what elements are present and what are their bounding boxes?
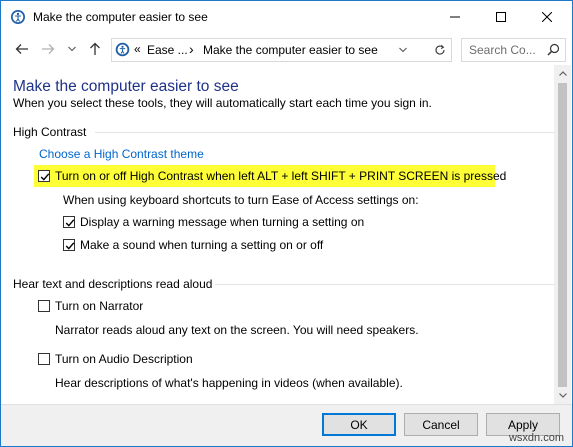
watermark: wsxdn.com (508, 432, 564, 444)
high-contrast-shortcut-label[interactable]: Turn on or off High Contrast when left A… (55, 169, 506, 183)
audio-description-description: Hear descriptions of what's happening in… (55, 376, 403, 390)
narrator-label[interactable]: Turn on Narrator (55, 299, 143, 313)
narrator-description: Narrator reads aloud any text on the scr… (55, 323, 419, 337)
section-divider (95, 132, 554, 133)
breadcrumb-current[interactable]: Make the computer easier to see (203, 43, 378, 57)
search-input[interactable]: Search Co... (461, 38, 566, 62)
scroll-up-button[interactable] (554, 65, 571, 82)
breadcrumb-separator[interactable]: › (189, 41, 194, 57)
minimize-button[interactable] (432, 1, 478, 33)
address-dropdown-button[interactable] (399, 40, 407, 63)
vertical-scrollbar[interactable] (554, 65, 571, 404)
audio-description-checkbox[interactable] (38, 353, 50, 365)
forward-arrow-icon (42, 44, 55, 54)
high-contrast-theme-link[interactable]: Choose a High Contrast theme (39, 147, 204, 161)
recent-locations-button[interactable] (63, 40, 81, 58)
high-contrast-shortcut-checkbox[interactable] (38, 170, 50, 182)
maximize-icon (496, 12, 506, 22)
sound-label[interactable]: Make a sound when turning a setting on o… (80, 238, 323, 252)
ok-button[interactable]: OK (322, 413, 396, 436)
page-title: Make the computer easier to see (13, 78, 239, 95)
checkmark-icon (65, 242, 75, 250)
dialog-window: Make the computer easier to see « Ease .… (0, 0, 573, 447)
page-description: When you select these tools, they will a… (13, 96, 432, 110)
checkmark-icon (65, 219, 75, 227)
scroll-thumb[interactable] (558, 83, 567, 387)
narrator-checkbox[interactable] (38, 300, 50, 312)
chevron-down-icon (68, 46, 76, 52)
refresh-button[interactable] (429, 39, 451, 61)
chevron-down-icon (399, 47, 407, 53)
up-button[interactable] (86, 40, 104, 58)
maximize-button[interactable] (478, 1, 524, 33)
breadcrumb-overflow[interactable]: « (134, 42, 141, 56)
warning-message-label[interactable]: Display a warning message when turning a… (80, 215, 364, 229)
control-panel-icon (115, 42, 130, 57)
back-arrow-icon (15, 44, 28, 54)
sound-checkbox[interactable] (63, 239, 75, 251)
search-icon (547, 43, 560, 59)
breadcrumb-ease-of-access[interactable]: Ease ... (147, 43, 188, 57)
back-button[interactable] (13, 40, 31, 58)
checkmark-icon (40, 173, 50, 181)
dialog-footer: OK Cancel Apply wsxdn.com (1, 404, 572, 446)
scroll-down-button[interactable] (554, 387, 571, 404)
forward-button[interactable] (39, 40, 57, 58)
shortcut-note: When using keyboard shortcuts to turn Ea… (63, 193, 419, 207)
refresh-icon (435, 44, 445, 55)
narration-section-title: Hear text and descriptions read aloud (13, 277, 213, 291)
up-arrow-icon (90, 42, 100, 55)
scroll-down-icon (558, 393, 567, 398)
title-bar: Make the computer easier to see (1, 1, 572, 33)
section-divider (215, 284, 554, 285)
address-bar[interactable]: « Ease ... › Make the computer easier to… (111, 38, 452, 62)
window-title: Make the computer easier to see (33, 10, 208, 24)
search-placeholder: Search Co... (469, 43, 536, 57)
warning-message-checkbox[interactable] (63, 216, 75, 228)
high-contrast-section-title: High Contrast (13, 125, 87, 139)
main-content: Make the computer easier to see When you… (1, 65, 554, 404)
ease-of-access-icon (10, 9, 26, 25)
close-icon (542, 12, 552, 22)
cancel-button[interactable]: Cancel (404, 413, 478, 436)
scroll-up-icon (558, 71, 567, 76)
navigation-bar: « Ease ... › Make the computer easier to… (1, 34, 572, 64)
audio-description-label[interactable]: Turn on Audio Description (55, 352, 193, 366)
minimize-icon (450, 16, 460, 18)
close-button[interactable] (524, 1, 570, 33)
